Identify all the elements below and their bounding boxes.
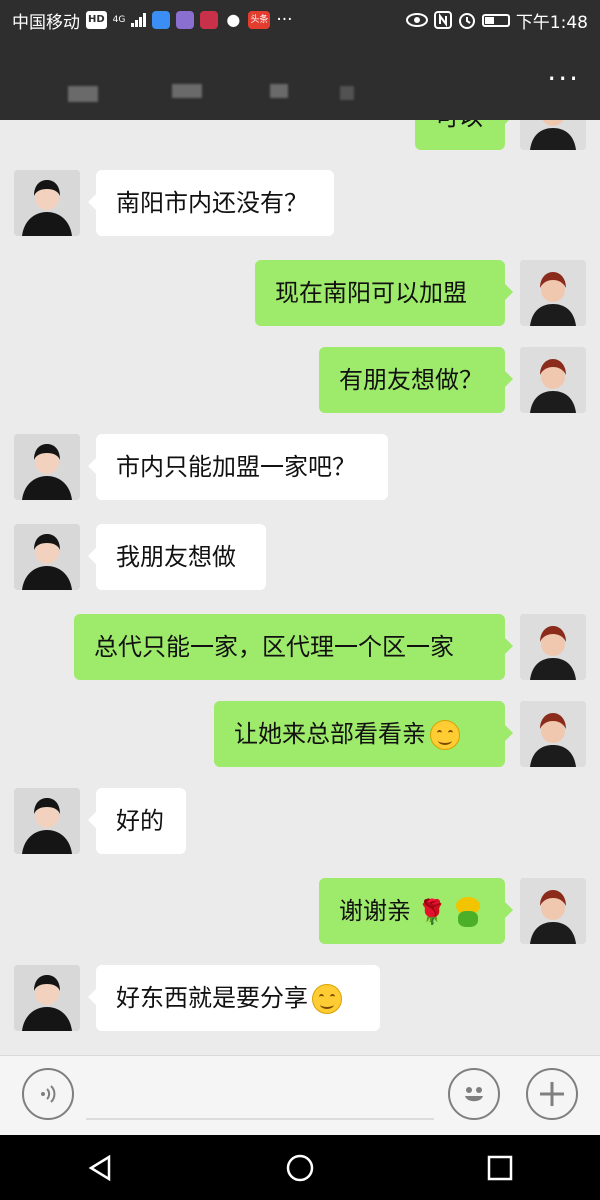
contact-avatar[interactable]: [14, 434, 80, 500]
message-bubble-outgoing[interactable]: 现在南阳可以加盟: [255, 260, 513, 326]
redacted-title-segment: [172, 84, 202, 98]
rose-emoji-icon: 🌹: [417, 898, 447, 926]
news-app-icon: 头条: [248, 11, 271, 29]
plus-icon: [540, 1082, 564, 1106]
recents-button[interactable]: [470, 1138, 530, 1198]
redacted-title-segment: [270, 84, 288, 98]
redacted-back-area[interactable]: [68, 86, 98, 102]
voice-icon: [41, 1085, 56, 1103]
back-button[interactable]: [70, 1138, 130, 1198]
more-functions-button[interactable]: [526, 1068, 578, 1120]
emoji-button[interactable]: [448, 1068, 500, 1120]
message-text: 有朋友想做？: [339, 366, 483, 394]
system-navigation-bar: [0, 1135, 600, 1200]
carrier-label: 中国移动: [12, 12, 80, 33]
smile-emoji-icon: [312, 984, 342, 1014]
message-text: 我朋友想做: [116, 543, 236, 571]
emoji-face-icon: [465, 1087, 483, 1102]
contact-avatar[interactable]: [14, 170, 80, 236]
message-text: 好东西就是要分享: [116, 984, 308, 1012]
hd-badge: HD: [86, 11, 107, 29]
contact-avatar[interactable]: [14, 524, 80, 590]
message-bubble-outgoing[interactable]: 可以: [415, 120, 513, 150]
message-bubble-incoming[interactable]: 市内只能加盟一家吧？: [88, 434, 388, 500]
home-button[interactable]: [270, 1138, 330, 1198]
photos-app-icon: [176, 11, 195, 29]
huawei-app-icon: [200, 11, 219, 29]
recents-square-icon: [487, 1155, 513, 1180]
status-bar-left: 中国移动 HD 4G ● 头条 ···: [12, 8, 293, 33]
chat-message-list[interactable]: 可以 南阳市内还没有？ 现在南阳可以加盟 有朋友想做？ 市内只能加盟一家吧？ 我…: [0, 120, 600, 1055]
clock-time: 下午1:48: [515, 12, 588, 33]
alarm-icon: [458, 13, 475, 29]
smile-emoji-icon: [430, 720, 460, 750]
battery-icon: [481, 13, 510, 27]
browser-app-icon: [152, 11, 171, 29]
my-avatar[interactable]: [520, 347, 586, 413]
message-bubble-outgoing[interactable]: 让她来总部看看亲: [214, 701, 513, 767]
message-input-bar: [0, 1055, 600, 1135]
message-bubble-incoming[interactable]: 南阳市内还没有？: [88, 170, 334, 236]
my-avatar[interactable]: [520, 701, 586, 767]
contact-avatar[interactable]: [14, 965, 80, 1031]
message-bubble-outgoing[interactable]: 谢谢亲 🌹: [319, 878, 513, 944]
message-text: 总代只能一家，区代理一个区一家: [94, 633, 454, 661]
message-bubble-outgoing[interactable]: 总代只能一家，区代理一个区一家: [74, 614, 513, 680]
signal-icon: [131, 13, 147, 27]
my-avatar[interactable]: [520, 120, 586, 150]
message-input[interactable]: [86, 1070, 438, 1118]
message-text: 让她来总部看看亲: [234, 720, 426, 748]
message-text: 好的: [116, 807, 164, 835]
input-underline: [86, 1118, 434, 1120]
chat-title-bar: ···: [0, 40, 600, 120]
message-text: 市内只能加盟一家吧？: [116, 453, 356, 481]
message-bubble-incoming[interactable]: 好东西就是要分享: [88, 965, 380, 1031]
back-triangle-icon: [88, 1154, 111, 1181]
message-bubble-outgoing[interactable]: 有朋友想做？: [319, 347, 513, 413]
my-avatar[interactable]: [520, 260, 586, 326]
my-avatar[interactable]: [520, 878, 586, 944]
status-bar: 中国移动 HD 4G ● 头条 ··· 下午1:48: [0, 0, 600, 40]
message-bubble-incoming[interactable]: 好的: [88, 788, 186, 854]
my-avatar[interactable]: [520, 614, 586, 680]
redacted-title-segment: [340, 86, 354, 100]
home-circle-icon: [286, 1154, 314, 1181]
more-options-button[interactable]: ···: [547, 62, 580, 95]
network-label: 4G: [112, 15, 126, 25]
status-bar-right: 下午1:48: [405, 8, 588, 33]
contact-avatar[interactable]: [14, 788, 80, 854]
message-text: 可以: [435, 120, 483, 131]
message-bubble-incoming[interactable]: 我朋友想做: [88, 524, 266, 590]
nfc-icon: [433, 11, 452, 29]
status-overflow-icon: ···: [276, 10, 293, 30]
message-text: 谢谢亲: [339, 897, 411, 925]
frog-emoji-icon: [453, 897, 483, 927]
eye-icon: [405, 13, 428, 27]
voice-input-button[interactable]: [22, 1068, 74, 1120]
chat-bubble-icon: ●: [226, 10, 241, 29]
message-text: 现在南阳可以加盟: [275, 279, 467, 307]
message-text: 南阳市内还没有？: [116, 189, 308, 217]
